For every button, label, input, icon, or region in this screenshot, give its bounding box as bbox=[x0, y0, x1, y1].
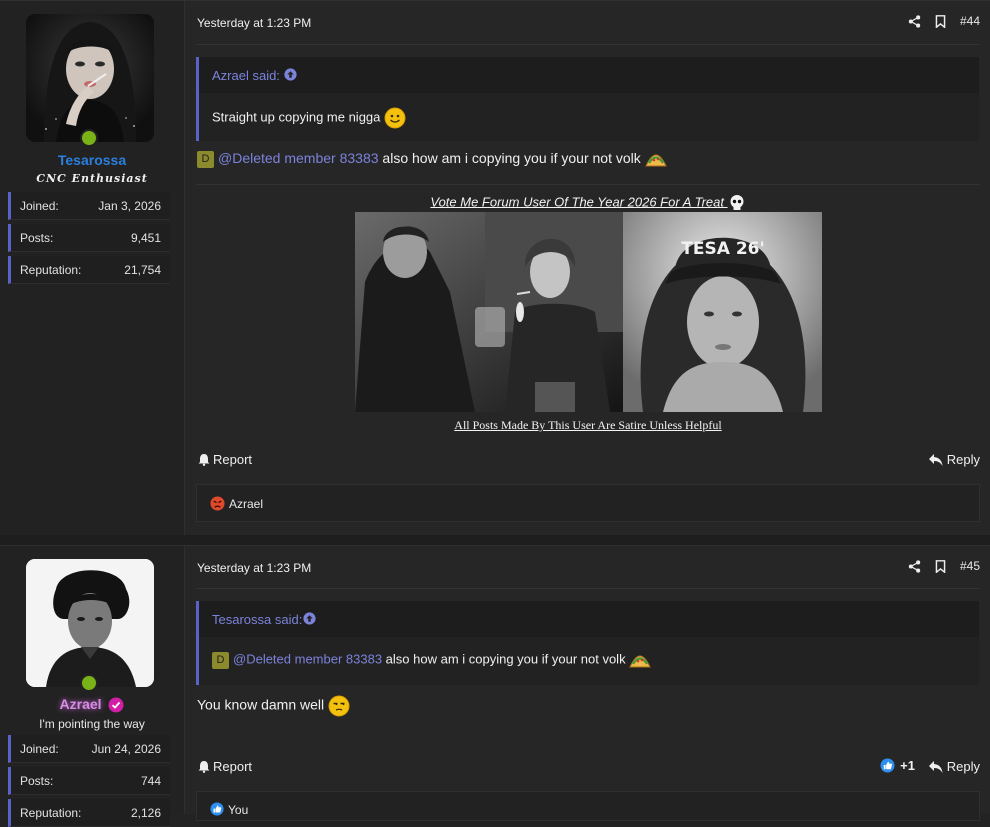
user-info-column: Tesarossa CNC Enthusiast Joined: Jan 3, … bbox=[0, 1, 185, 536]
stat-joined: Joined: Jun 24, 2026 bbox=[8, 735, 170, 763]
stat-posts: Posts: 744 bbox=[8, 767, 170, 795]
avatar-image bbox=[26, 14, 154, 142]
post-text: also how am i copying you if your not vo… bbox=[378, 150, 641, 166]
stat-posts: Posts: 9,451 bbox=[8, 224, 170, 252]
arrow-up-circle-icon[interactable] bbox=[284, 68, 297, 81]
avatar[interactable] bbox=[26, 559, 154, 687]
report-button[interactable]: Report bbox=[198, 759, 252, 774]
bookmark-icon[interactable] bbox=[935, 559, 946, 573]
share-icon[interactable] bbox=[908, 559, 921, 573]
avatar-image bbox=[26, 559, 154, 687]
reply-button[interactable]: Reply bbox=[928, 452, 980, 467]
username-text: Tesarossa bbox=[57, 152, 127, 168]
quote-block: Azrael said: Straight up copying me nigg… bbox=[196, 57, 979, 141]
post-number[interactable]: #45 bbox=[960, 559, 980, 573]
post-main: Yesterday at 1:23 PM #44 Azrael said: St… bbox=[186, 1, 990, 536]
reaction-user-link[interactable]: You bbox=[228, 803, 248, 817]
post-actions: #45 bbox=[908, 559, 980, 573]
member-mention-link[interactable]: @Deleted member 83383 bbox=[233, 651, 382, 666]
reply-arrow-icon bbox=[928, 453, 943, 466]
angry-reaction-icon bbox=[210, 496, 225, 511]
unamused-emoji-icon bbox=[328, 695, 350, 717]
quote-body: Straight up copying me nigga bbox=[199, 93, 979, 143]
post-44: Tesarossa CNC Enthusiast Joined: Jan 3, … bbox=[0, 0, 990, 536]
online-status-dot bbox=[80, 129, 98, 147]
post-text: You know damn well bbox=[197, 696, 325, 713]
cap-text: TESA 26' bbox=[681, 239, 764, 259]
stat-reputation: Reputation: 2,126 bbox=[8, 799, 170, 827]
avatar[interactable] bbox=[26, 14, 154, 142]
user-title: I'm pointing the way bbox=[39, 717, 145, 731]
post-body: You know damn well bbox=[197, 695, 350, 717]
user-title: CNC Enthusiast bbox=[36, 172, 148, 185]
post-number[interactable]: #44 bbox=[960, 14, 980, 28]
signature-title-link[interactable]: Vote Me Forum User Of The Year 2026 For … bbox=[186, 194, 990, 212]
verified-badge-icon bbox=[108, 697, 124, 713]
reactions-bar[interactable]: You bbox=[196, 791, 980, 821]
post-main: Yesterday at 1:23 PM #45 Tesarossa said:… bbox=[186, 546, 990, 821]
like-count-button[interactable]: +1 bbox=[880, 758, 915, 773]
username-link[interactable]: Azrael bbox=[0, 696, 184, 713]
smile-emoji-icon bbox=[384, 107, 406, 129]
username-link[interactable]: Tesarossa bbox=[0, 152, 184, 168]
user-info-column: Azrael I'm pointing the way Joined: Jun … bbox=[0, 546, 185, 827]
quote-body: D @Deleted member 83383 also how am i cop… bbox=[199, 637, 979, 683]
signature-footer-link[interactable]: All Posts Made By This User Are Satire U… bbox=[186, 418, 990, 433]
quote-text: also how am i copying you if your not vo… bbox=[382, 651, 626, 667]
online-status-dot bbox=[80, 674, 98, 692]
post-separator bbox=[0, 535, 990, 545]
thumbs-up-reaction-icon bbox=[210, 802, 224, 816]
skull-emoji-icon bbox=[730, 195, 744, 210]
post-actions: #44 bbox=[908, 14, 980, 28]
member-mention-link[interactable]: @Deleted member 83383 bbox=[218, 150, 379, 166]
share-icon[interactable] bbox=[908, 14, 921, 28]
cap-photo: TESA 26' bbox=[623, 212, 822, 412]
quote-author[interactable]: Azrael said: bbox=[212, 68, 280, 83]
thumbs-up-icon bbox=[880, 758, 895, 773]
stat-joined: Joined: Jan 3, 2026 bbox=[8, 192, 170, 220]
bell-icon bbox=[198, 761, 210, 773]
post-body: D @Deleted member 83383 also how am i cop… bbox=[197, 150, 667, 168]
deleted-member-avatar: D bbox=[212, 651, 229, 669]
divider bbox=[196, 44, 980, 45]
quote-header[interactable]: Azrael said: bbox=[199, 57, 979, 93]
taco-emoji-icon bbox=[644, 154, 667, 167]
reply-arrow-icon bbox=[928, 760, 943, 773]
quote-author[interactable]: Tesarossa said: bbox=[212, 612, 302, 627]
signature-image-left bbox=[355, 212, 623, 412]
taco-emoji-icon bbox=[629, 655, 651, 668]
bell-icon bbox=[198, 454, 210, 466]
reaction-user-link[interactable]: Azrael bbox=[229, 497, 263, 511]
reply-button[interactable]: Reply bbox=[928, 759, 980, 774]
post-45: Azrael I'm pointing the way Joined: Jun … bbox=[0, 545, 990, 827]
arrow-up-circle-icon[interactable] bbox=[303, 612, 316, 625]
deleted-member-avatar: D bbox=[197, 150, 214, 168]
quote-block: Tesarossa said: D @Deleted member 83383 a… bbox=[196, 601, 979, 685]
report-button[interactable]: Report bbox=[198, 452, 252, 467]
post-date[interactable]: Yesterday at 1:23 PM bbox=[197, 16, 311, 30]
quote-text: Straight up copying me nigga bbox=[212, 109, 381, 125]
quote-header[interactable]: Tesarossa said: bbox=[199, 601, 979, 637]
post-date[interactable]: Yesterday at 1:23 PM bbox=[197, 561, 311, 575]
signature-divider bbox=[196, 184, 980, 185]
signature-image-right: TESA 26' bbox=[623, 212, 822, 412]
reactions-bar[interactable]: Azrael bbox=[196, 484, 980, 522]
vintage-photo bbox=[355, 212, 623, 412]
divider bbox=[196, 588, 980, 589]
stat-reputation: Reputation: 21,754 bbox=[8, 256, 170, 284]
username-text: Azrael bbox=[59, 696, 102, 712]
bookmark-icon[interactable] bbox=[935, 14, 946, 28]
